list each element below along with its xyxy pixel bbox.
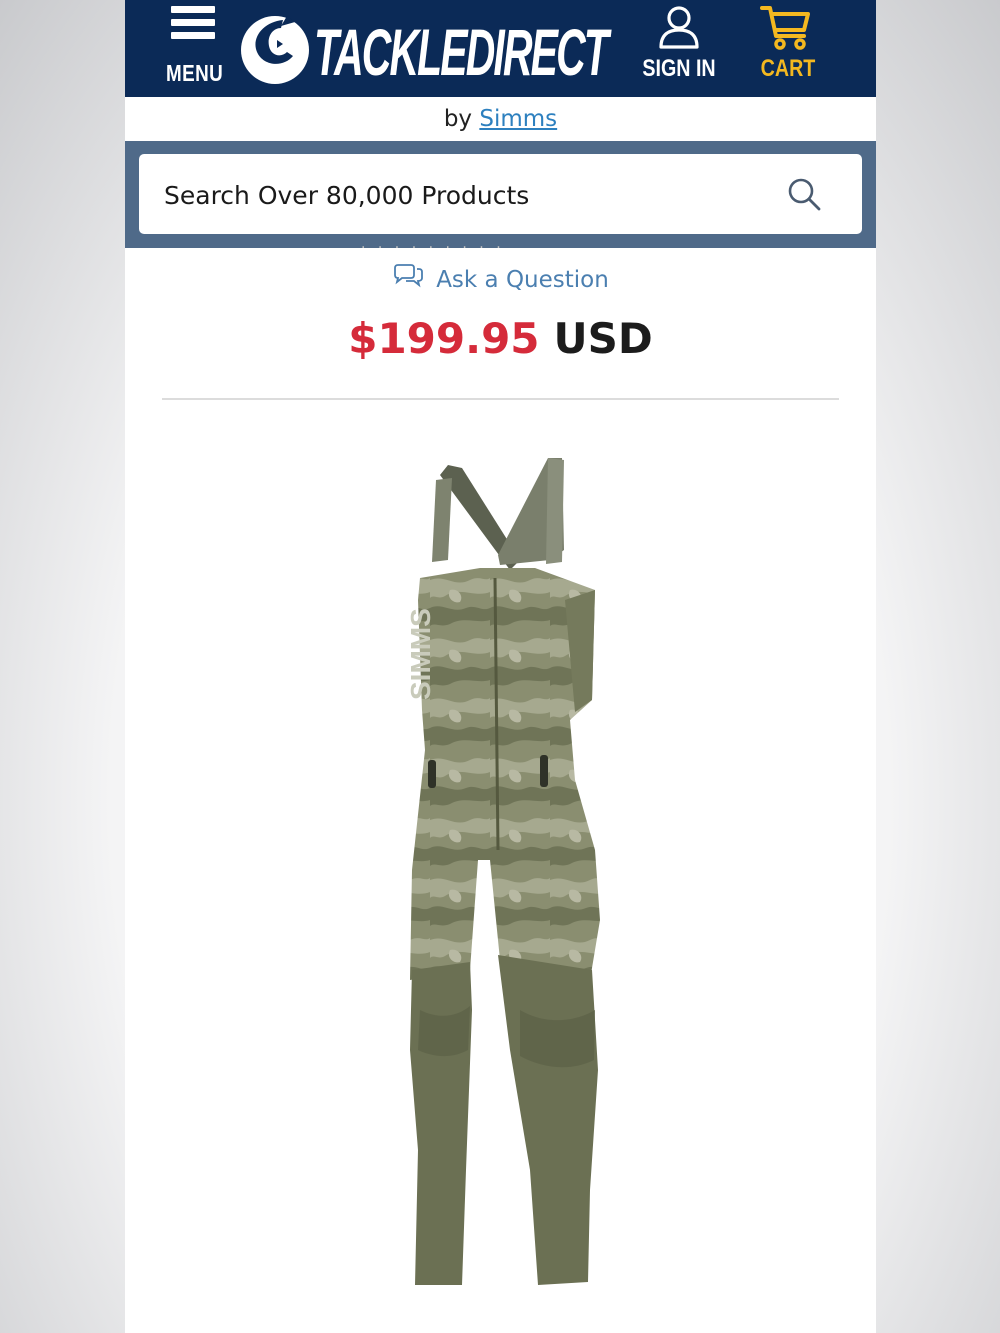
product-price: $199.95 USD (125, 314, 876, 363)
search-placeholder: Search Over 80,000 Products (164, 181, 530, 210)
tackledirect-logo[interactable]: TACKLEDIRECT (237, 10, 617, 90)
ask-question-link[interactable]: Ask a Question (125, 264, 876, 293)
chat-bubbles-icon (394, 264, 424, 288)
user-icon (659, 6, 699, 49)
rating-stars-partial: · · · · · · · · · (361, 240, 505, 256)
brand-byline: by Simms (125, 106, 876, 132)
menu-label: MENU (166, 60, 224, 86)
brand-wordmark: TACKLEDIRECT (314, 15, 609, 89)
menu-button[interactable]: MENU (163, 6, 224, 86)
camo-bib-overalls-image[interactable]: SIMMS (370, 450, 630, 1300)
sign-in-button[interactable]: SIGN IN (633, 4, 725, 92)
search-input[interactable]: Search Over 80,000 Products (139, 154, 862, 234)
ask-question-label: Ask a Question (436, 267, 609, 293)
cart-button[interactable]: CART (743, 4, 833, 92)
cart-icon (760, 6, 810, 50)
section-divider (162, 398, 839, 400)
sign-in-label: SIGN IN (642, 55, 716, 82)
simms-wordmark: SIMMS (405, 608, 436, 700)
fishhook-logo-icon (241, 16, 309, 84)
hamburger-icon (163, 6, 223, 39)
search-icon[interactable] (786, 176, 822, 212)
cart-label: CART (760, 55, 816, 82)
byline-prefix: by (443, 106, 473, 132)
page-frame: MENU TACKLEDIRECT SIGN IN CART by Simms … (125, 0, 876, 1333)
price-currency: USD (553, 314, 653, 363)
site-header: MENU TACKLEDIRECT SIGN IN CART (125, 0, 876, 97)
brand-link-simms[interactable]: Simms (479, 106, 557, 132)
search-bar-container: Search Over 80,000 Products (125, 141, 876, 248)
price-amount: $199.95 (348, 314, 540, 363)
